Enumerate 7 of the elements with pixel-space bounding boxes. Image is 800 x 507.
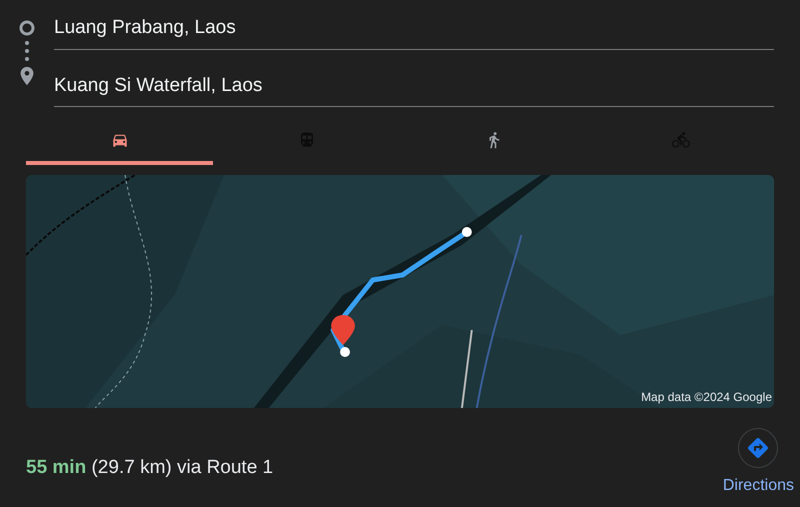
directions-icon bbox=[746, 436, 770, 460]
origin-field[interactable]: Luang Prabang, Laos bbox=[54, 14, 774, 50]
directions-button[interactable]: Directions bbox=[722, 428, 794, 498]
route-summary: 55 min (29.7 km) via Route 1 bbox=[26, 456, 274, 480]
destination-field[interactable]: Kuang Si Waterfall, Laos bbox=[54, 72, 774, 107]
map-attribution: Map data ©2024 Google bbox=[641, 389, 772, 406]
origin-icon bbox=[18, 19, 36, 37]
